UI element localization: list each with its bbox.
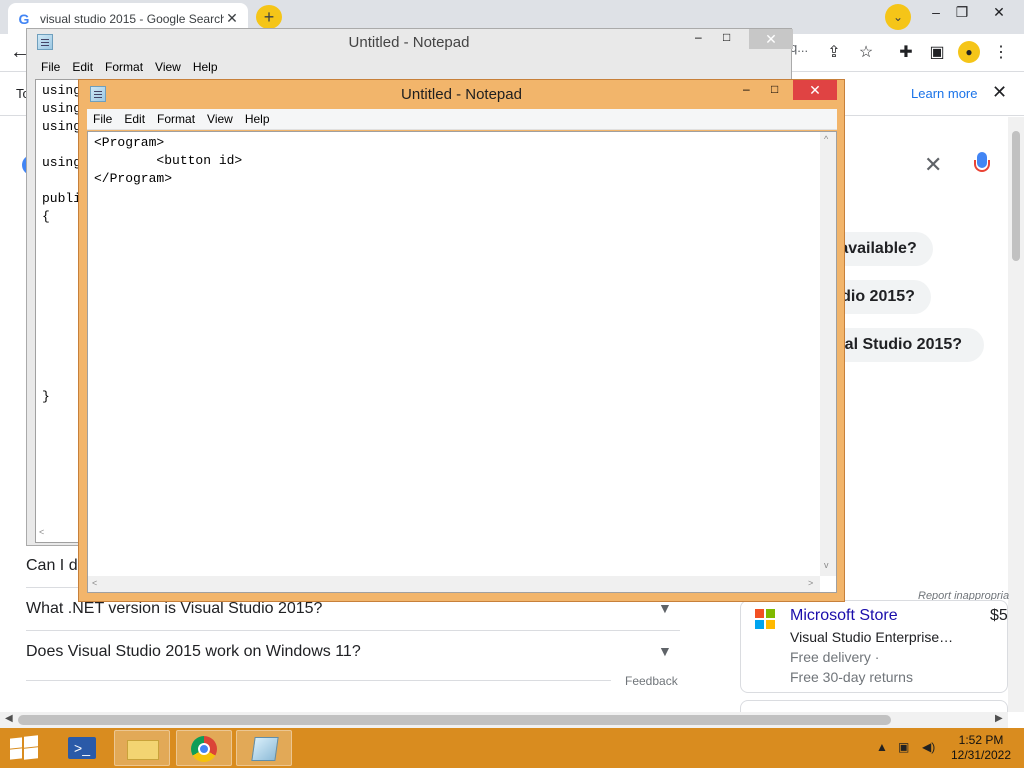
faq-chevron-down-icon[interactable]: ▼ (658, 600, 672, 616)
tab-close-icon[interactable]: ✕ (224, 10, 240, 27)
scroll-left-arrow-icon[interactable]: < (92, 578, 97, 588)
google-favicon-icon: G (18, 10, 30, 27)
close-button[interactable]: ✕ (986, 4, 1012, 21)
folder-icon (127, 740, 159, 760)
chrome-icon (191, 736, 217, 762)
product-name: Visual Studio Enterprise… (790, 629, 954, 645)
menu-view[interactable]: View (155, 60, 181, 74)
bookmark-star-icon[interactable]: ☆ (855, 42, 877, 64)
notepad-title: Untitled - Notepad (348, 34, 470, 51)
learn-more-link[interactable]: Learn more (911, 86, 977, 101)
voice-search-mic-icon[interactable] (972, 150, 992, 178)
menu-edit[interactable]: Edit (72, 60, 93, 74)
product-price: $5 (990, 607, 1008, 624)
tab-search-button[interactable]: ⌄ (885, 4, 911, 30)
related-question-3[interactable]: sual Studio 2015? (826, 328, 985, 362)
tab-title: visual studio 2015 - Google Search (40, 11, 224, 26)
notepad-close-button[interactable]: ✕ (793, 80, 837, 100)
notepad-icon (251, 737, 279, 761)
microsoft-logo-icon (755, 609, 775, 629)
scroll-right-arrow-icon[interactable]: > (808, 578, 813, 588)
notepad-text-area[interactable]: <Program> <button id> </Program> (87, 131, 837, 593)
menu-dots-icon[interactable]: ⋮ (990, 42, 1012, 64)
menu-file[interactable]: File (41, 60, 60, 74)
share-icon[interactable]: ⇪ (823, 42, 845, 64)
menu-format[interactable]: Format (105, 60, 143, 74)
faq-question-2[interactable]: What .NET version is Visual Studio 2015? (26, 600, 322, 618)
faq-question-3[interactable]: Does Visual Studio 2015 work on Windows … (26, 643, 361, 661)
side-panel-icon[interactable]: ▣ (926, 42, 948, 64)
network-icon[interactable]: ▣ (898, 740, 909, 754)
notepad-maximize-button[interactable]: □ (723, 30, 730, 44)
menu-view[interactable]: View (207, 112, 233, 126)
notepad-horizontal-scrollbar[interactable]: < > (88, 576, 820, 592)
powershell-taskbar-icon[interactable]: >_ (54, 730, 110, 766)
menu-help[interactable]: Help (245, 112, 270, 126)
scroll-up-arrow-icon[interactable]: ^ (824, 134, 828, 144)
clock-time: 1:52 PM (958, 733, 1004, 747)
delivery-info: Free delivery · (790, 649, 880, 665)
volume-icon[interactable]: ◀) (922, 740, 935, 754)
powershell-icon: >_ (68, 737, 96, 759)
minimize-button[interactable]: – (923, 4, 949, 20)
chrome-taskbar-icon[interactable] (176, 730, 232, 766)
page-horizontal-scrollbar[interactable]: ◀ ▶ (0, 712, 1008, 728)
faq-divider (26, 630, 680, 631)
restore-button[interactable]: ❐ (949, 4, 975, 21)
notepad-close-button[interactable]: ✕ (749, 29, 793, 49)
returns-info: Free 30-day returns (790, 669, 913, 685)
notepad-window-active[interactable]: Untitled - Notepad – □ ✕ File Edit Forma… (78, 79, 845, 602)
page-vertical-scrollbar[interactable] (1008, 117, 1024, 712)
menu-file[interactable]: File (93, 112, 112, 126)
faq-chevron-down-icon[interactable]: ▼ (658, 643, 672, 659)
scroll-left-arrow-icon[interactable]: ◀ (5, 713, 13, 724)
notepad-menu-bar: File Edit Format View Help (41, 60, 230, 74)
scroll-right-arrow-icon[interactable]: ▶ (995, 713, 1003, 724)
notepad-menu-bar: File Edit Format View Help (87, 109, 837, 130)
notepad-title: Untitled - Notepad (401, 86, 522, 103)
faq-question-1[interactable]: Can I d (26, 557, 78, 575)
menu-help[interactable]: Help (193, 60, 218, 74)
notepad-minimize-button[interactable]: – (695, 30, 702, 44)
new-tab-button[interactable]: + (256, 5, 282, 29)
clock-date: 12/31/2022 (950, 748, 1012, 762)
windows-taskbar: >_ (0, 728, 1024, 768)
shopping-card[interactable]: Microsoft Store $5 Visual Studio Enterpr… (740, 600, 1008, 693)
system-clock[interactable]: 1:52 PM 12/31/2022 (946, 733, 1016, 763)
menu-format[interactable]: Format (157, 112, 195, 126)
scroll-left-arrow-icon[interactable]: < (39, 527, 44, 537)
profile-avatar[interactable]: ● (958, 41, 980, 63)
windows-start-icon[interactable] (10, 735, 38, 760)
notepad-taskbar-icon[interactable] (236, 730, 292, 766)
feedback-link[interactable]: Feedback (625, 674, 678, 688)
page-scroll-thumb[interactable] (1012, 131, 1020, 261)
extensions-puzzle-icon[interactable]: ✚ (895, 42, 917, 64)
shopping-card-next[interactable] (740, 700, 1008, 712)
file-explorer-taskbar-icon[interactable] (114, 730, 170, 766)
notepad-maximize-button[interactable]: □ (771, 82, 778, 96)
search-clear-icon[interactable]: ✕ (924, 152, 942, 178)
info-bar-close-icon[interactable]: ✕ (992, 82, 1007, 103)
show-hidden-icons-icon[interactable]: ▲ (876, 740, 888, 754)
faq-divider (26, 680, 611, 681)
notepad-vertical-scrollbar[interactable]: ^ v (820, 132, 836, 576)
menu-edit[interactable]: Edit (124, 112, 145, 126)
notepad-minimize-button[interactable]: – (743, 82, 750, 96)
hscroll-thumb[interactable] (18, 715, 891, 725)
scroll-down-arrow-icon[interactable]: v (824, 560, 829, 570)
store-name[interactable]: Microsoft Store (790, 607, 898, 625)
